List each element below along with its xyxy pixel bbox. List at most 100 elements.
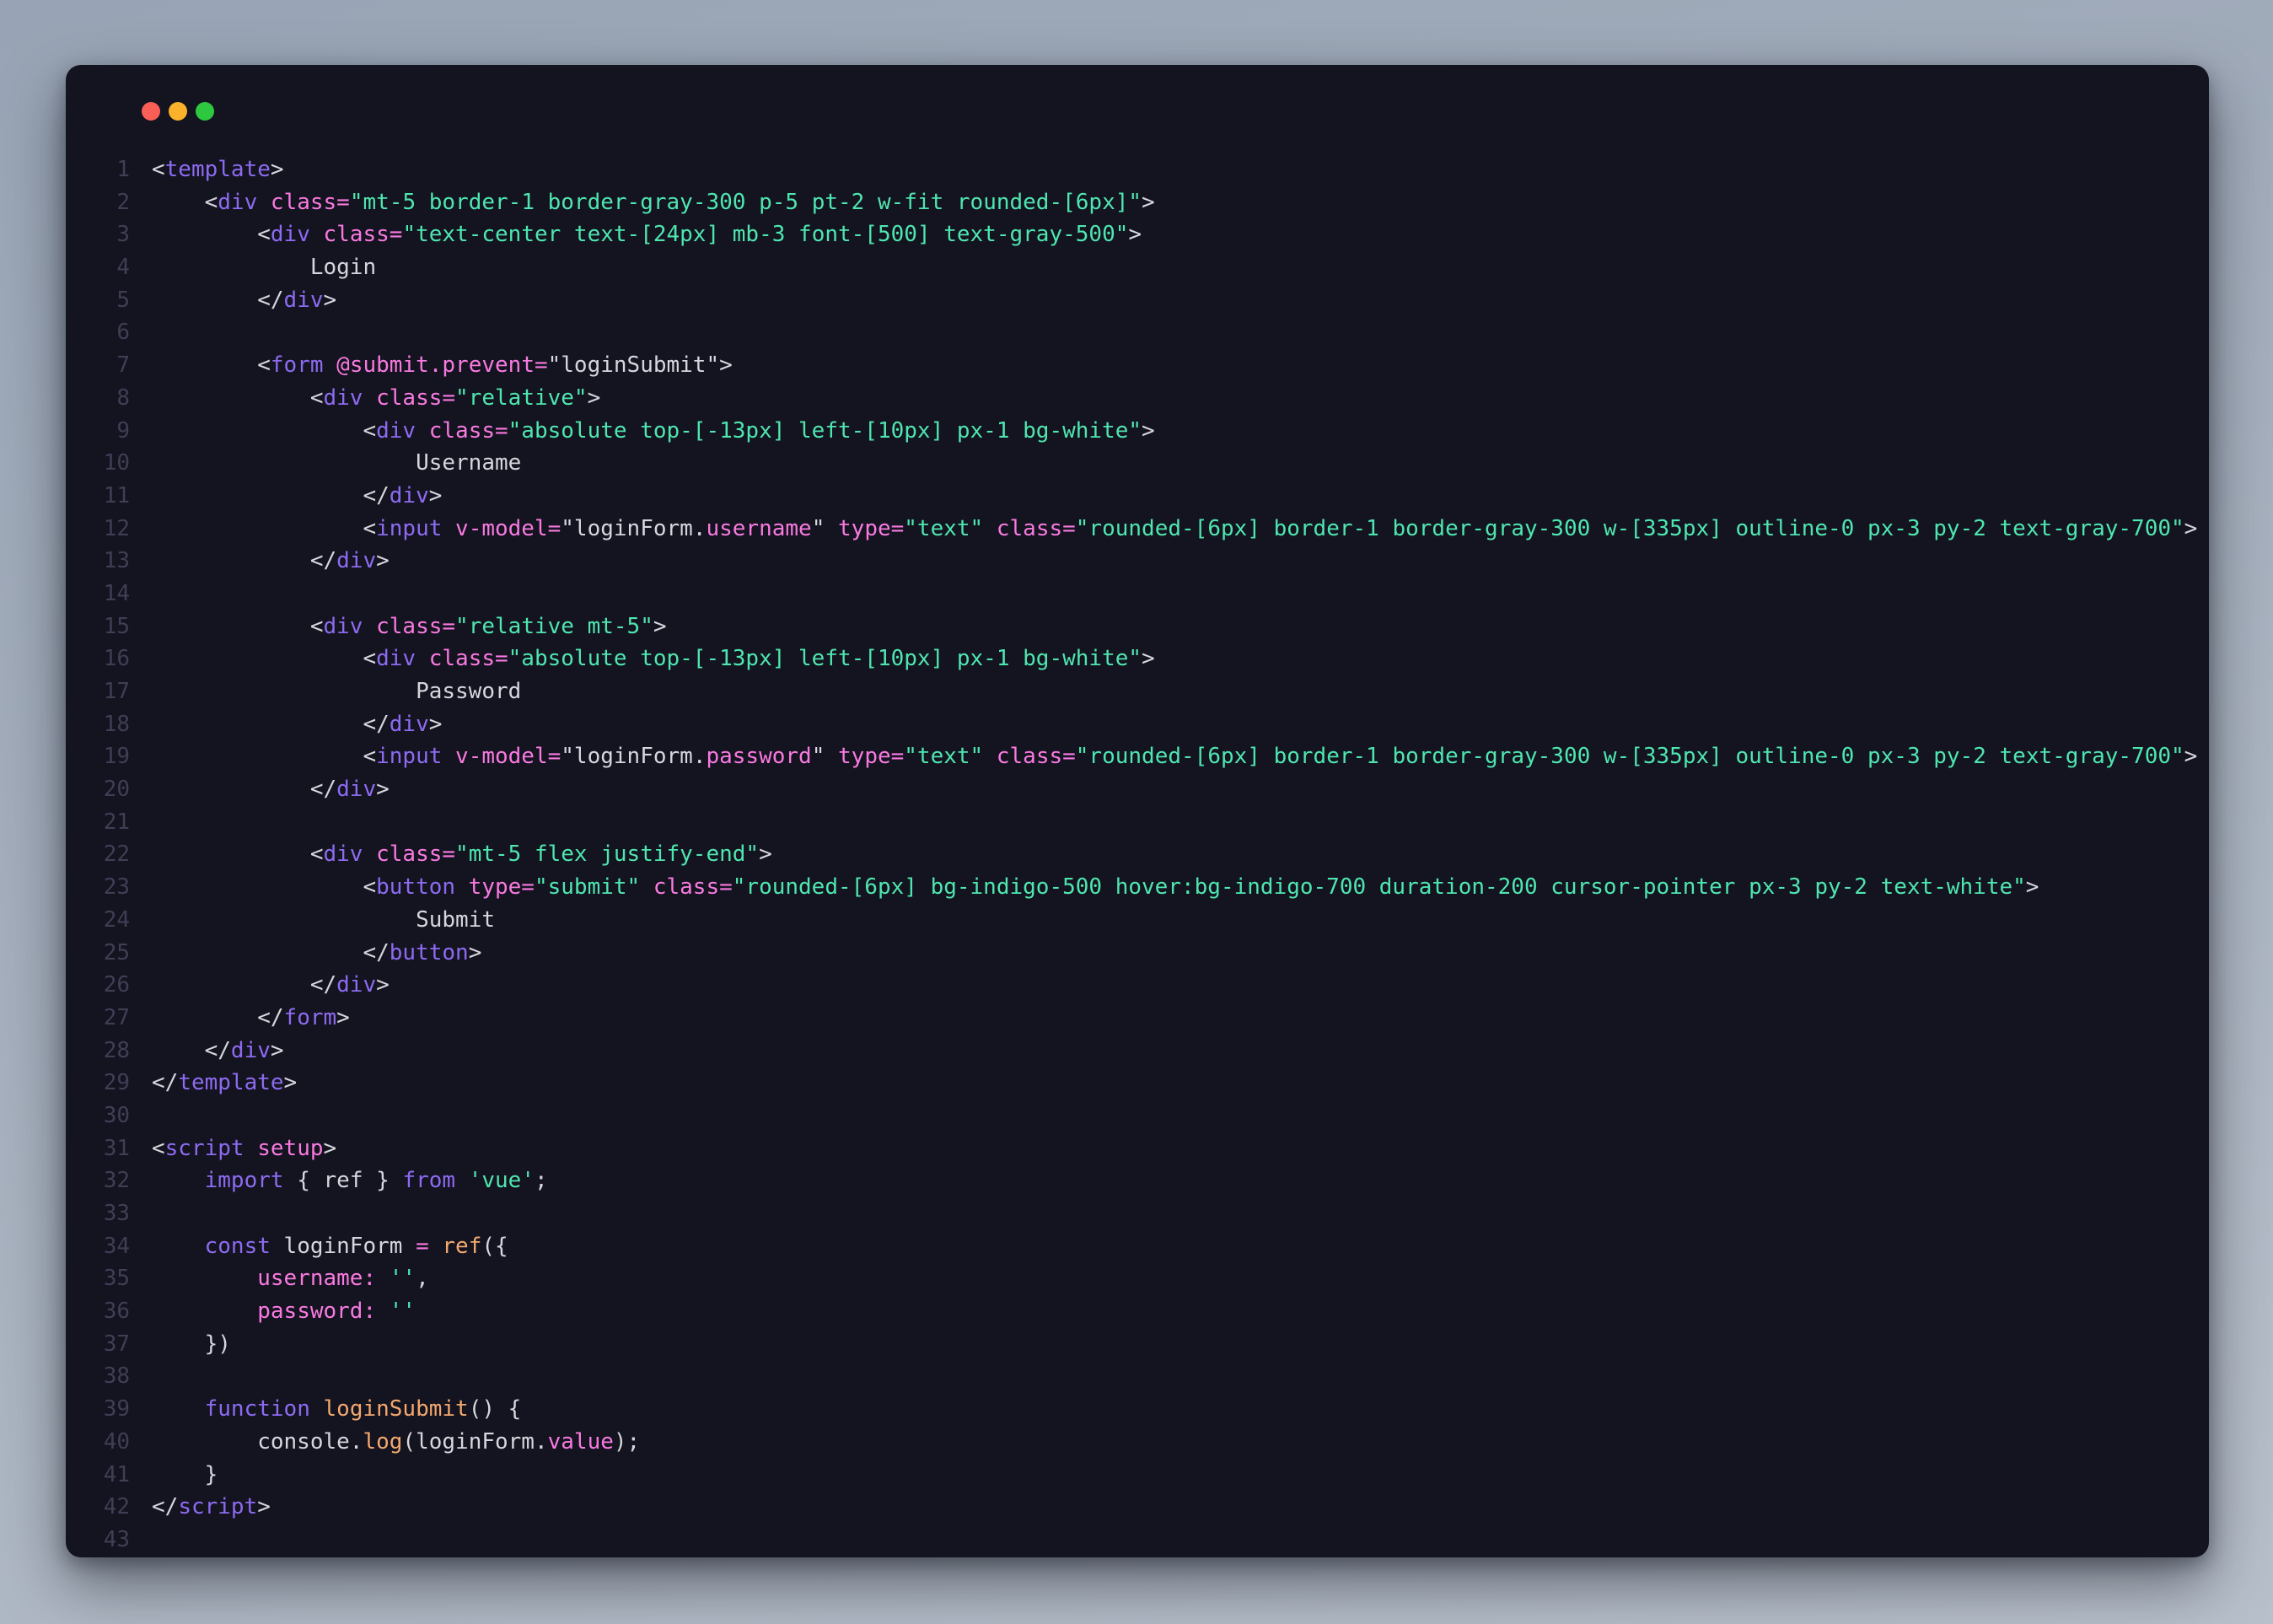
code-line: 12 <input v-model="loginForm.username" t… bbox=[66, 513, 2209, 546]
line-number: 2 bbox=[66, 186, 130, 219]
line-number: 24 bbox=[66, 904, 130, 937]
code-line: 17 Password bbox=[66, 675, 2209, 708]
line-number: 20 bbox=[66, 773, 130, 806]
line-number: 35 bbox=[66, 1262, 130, 1295]
code-line: 43 bbox=[66, 1524, 2209, 1557]
code-text: }) bbox=[130, 1328, 231, 1361]
line-number: 26 bbox=[66, 969, 130, 1002]
code-area[interactable]: 1<template>2 <div class="mt-5 border-1 b… bbox=[66, 153, 2209, 1557]
code-line: 27 </form> bbox=[66, 1002, 2209, 1035]
code-text bbox=[130, 316, 152, 349]
code-text: <template> bbox=[130, 153, 284, 186]
code-line: 24 Submit bbox=[66, 904, 2209, 937]
line-number: 33 bbox=[66, 1197, 130, 1230]
line-number: 31 bbox=[66, 1132, 130, 1165]
code-text: const loginForm = ref({ bbox=[130, 1230, 508, 1263]
line-number: 28 bbox=[66, 1035, 130, 1067]
code-text: <script setup> bbox=[130, 1132, 336, 1165]
line-number: 19 bbox=[66, 740, 130, 773]
line-number: 10 bbox=[66, 447, 130, 480]
code-text: <div class="absolute top-[-13px] left-[1… bbox=[130, 643, 1155, 675]
line-number: 32 bbox=[66, 1164, 130, 1197]
code-line: 25 </button> bbox=[66, 937, 2209, 970]
code-text: Login bbox=[130, 251, 376, 284]
code-text bbox=[130, 1360, 152, 1393]
code-text: function loginSubmit() { bbox=[130, 1393, 521, 1426]
code-text: </button> bbox=[130, 937, 481, 970]
code-text: Username bbox=[130, 447, 521, 480]
code-line: 16 <div class="absolute top-[-13px] left… bbox=[66, 643, 2209, 675]
code-text: </div> bbox=[130, 969, 390, 1002]
code-editor-window: 1<template>2 <div class="mt-5 border-1 b… bbox=[66, 65, 2209, 1557]
code-text bbox=[130, 1100, 152, 1132]
line-number: 23 bbox=[66, 871, 130, 904]
code-text: username: '', bbox=[130, 1262, 429, 1295]
code-line: 39 function loginSubmit() { bbox=[66, 1393, 2209, 1426]
code-text: </div> bbox=[130, 1035, 284, 1067]
code-text: <div class="mt-5 flex justify-end"> bbox=[130, 838, 772, 871]
line-number: 43 bbox=[66, 1524, 130, 1557]
code-line: 15 <div class="relative mt-5"> bbox=[66, 610, 2209, 643]
code-text: <form @submit.prevent="loginSubmit"> bbox=[130, 349, 733, 382]
code-text: </form> bbox=[130, 1002, 350, 1035]
line-number: 3 bbox=[66, 218, 130, 251]
code-line: 5 </div> bbox=[66, 284, 2209, 317]
window-close-button[interactable] bbox=[142, 102, 160, 121]
code-text: } bbox=[130, 1459, 218, 1492]
code-text: <input v-model="loginForm.password" type… bbox=[130, 740, 2197, 773]
code-text: </div> bbox=[130, 545, 390, 578]
line-number: 18 bbox=[66, 708, 130, 741]
code-text: <div class="mt-5 border-1 border-gray-30… bbox=[130, 186, 1155, 219]
line-number: 15 bbox=[66, 610, 130, 643]
code-line: 33 bbox=[66, 1197, 2209, 1230]
code-line: 36 password: '' bbox=[66, 1295, 2209, 1328]
code-text: <input v-model="loginForm.username" type… bbox=[130, 513, 2197, 546]
code-line: 9 <div class="absolute top-[-13px] left-… bbox=[66, 415, 2209, 448]
code-line: 42</script> bbox=[66, 1491, 2209, 1524]
code-line: 40 console.log(loginForm.value); bbox=[66, 1426, 2209, 1459]
code-line: 14 bbox=[66, 578, 2209, 610]
code-line: 18 </div> bbox=[66, 708, 2209, 741]
code-line: 32 import { ref } from 'vue'; bbox=[66, 1164, 2209, 1197]
code-line: 10 Username bbox=[66, 447, 2209, 480]
code-line: 37 }) bbox=[66, 1328, 2209, 1361]
line-number: 9 bbox=[66, 415, 130, 448]
code-line: 20 </div> bbox=[66, 773, 2209, 806]
code-line: 31<script setup> bbox=[66, 1132, 2209, 1165]
code-text: Password bbox=[130, 675, 521, 708]
line-number: 38 bbox=[66, 1360, 130, 1393]
window-maximize-button[interactable] bbox=[196, 102, 214, 121]
line-number: 30 bbox=[66, 1100, 130, 1132]
code-line: 38 bbox=[66, 1360, 2209, 1393]
line-number: 16 bbox=[66, 643, 130, 675]
line-number: 25 bbox=[66, 937, 130, 970]
code-line: 26 </div> bbox=[66, 969, 2209, 1002]
line-number: 41 bbox=[66, 1459, 130, 1492]
code-text: </template> bbox=[130, 1067, 297, 1100]
line-number: 14 bbox=[66, 578, 130, 610]
code-line: 29</template> bbox=[66, 1067, 2209, 1100]
code-line: 6 bbox=[66, 316, 2209, 349]
code-line: 21 bbox=[66, 806, 2209, 839]
line-number: 29 bbox=[66, 1067, 130, 1100]
code-text: </div> bbox=[130, 708, 442, 741]
code-text: <button type="submit" class="rounded-[6p… bbox=[130, 871, 2039, 904]
code-line: 8 <div class="relative"> bbox=[66, 382, 2209, 415]
line-number: 8 bbox=[66, 382, 130, 415]
code-line: 7 <form @submit.prevent="loginSubmit"> bbox=[66, 349, 2209, 382]
line-number: 7 bbox=[66, 349, 130, 382]
code-text: <div class="relative mt-5"> bbox=[130, 610, 667, 643]
line-number: 37 bbox=[66, 1328, 130, 1361]
code-line: 1<template> bbox=[66, 153, 2209, 186]
line-number: 1 bbox=[66, 153, 130, 186]
code-text: import { ref } from 'vue'; bbox=[130, 1164, 548, 1197]
code-text: Submit bbox=[130, 904, 495, 937]
window-minimize-button[interactable] bbox=[169, 102, 187, 121]
code-line: 34 const loginForm = ref({ bbox=[66, 1230, 2209, 1263]
code-line: 28 </div> bbox=[66, 1035, 2209, 1067]
line-number: 39 bbox=[66, 1393, 130, 1426]
code-text bbox=[130, 578, 152, 610]
line-number: 12 bbox=[66, 513, 130, 546]
code-text: </script> bbox=[130, 1491, 271, 1524]
code-text: </div> bbox=[130, 284, 336, 317]
